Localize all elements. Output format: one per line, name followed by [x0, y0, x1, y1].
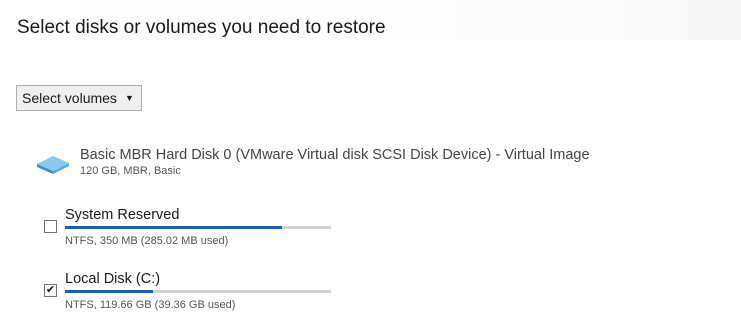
volume-checkbox-local-disk-c[interactable]: ✔ — [44, 284, 57, 297]
disk-details: 120 GB, MBR, Basic — [80, 165, 181, 177]
disk-name: Basic MBR Hard Disk 0 (VMware Virtual di… — [80, 147, 590, 163]
volume-usage-fill — [65, 226, 282, 229]
volume-usage-bar — [65, 290, 331, 293]
disk-entry: Basic MBR Hard Disk 0 (VMware Virtual di… — [35, 146, 590, 178]
select-volumes-dropdown[interactable]: Select volumes ▼ — [16, 85, 142, 111]
volume-checkbox-system-reserved[interactable] — [44, 220, 57, 233]
chevron-down-icon: ▼ — [124, 93, 134, 103]
header-bar: Select disks or volumes you need to rest… — [0, 0, 741, 40]
hard-disk-icon — [37, 156, 69, 174]
restore-page: Select disks or volumes you need to rest… — [0, 0, 741, 336]
dropdown-label: Select volumes — [22, 90, 117, 106]
volume-name: Local Disk (C:) — [65, 271, 161, 287]
checkmark-icon: ✔ — [45, 284, 56, 296]
volume-details: NTFS, 350 MB (285.02 MB used) — [65, 235, 229, 247]
page-title: Select disks or volumes you need to rest… — [17, 17, 386, 38]
volume-name: System Reserved — [65, 207, 180, 223]
volume-usage-bar — [65, 226, 331, 229]
volume-usage-fill — [65, 290, 153, 293]
volume-details: NTFS, 119.66 GB (39.36 GB used) — [65, 299, 236, 311]
